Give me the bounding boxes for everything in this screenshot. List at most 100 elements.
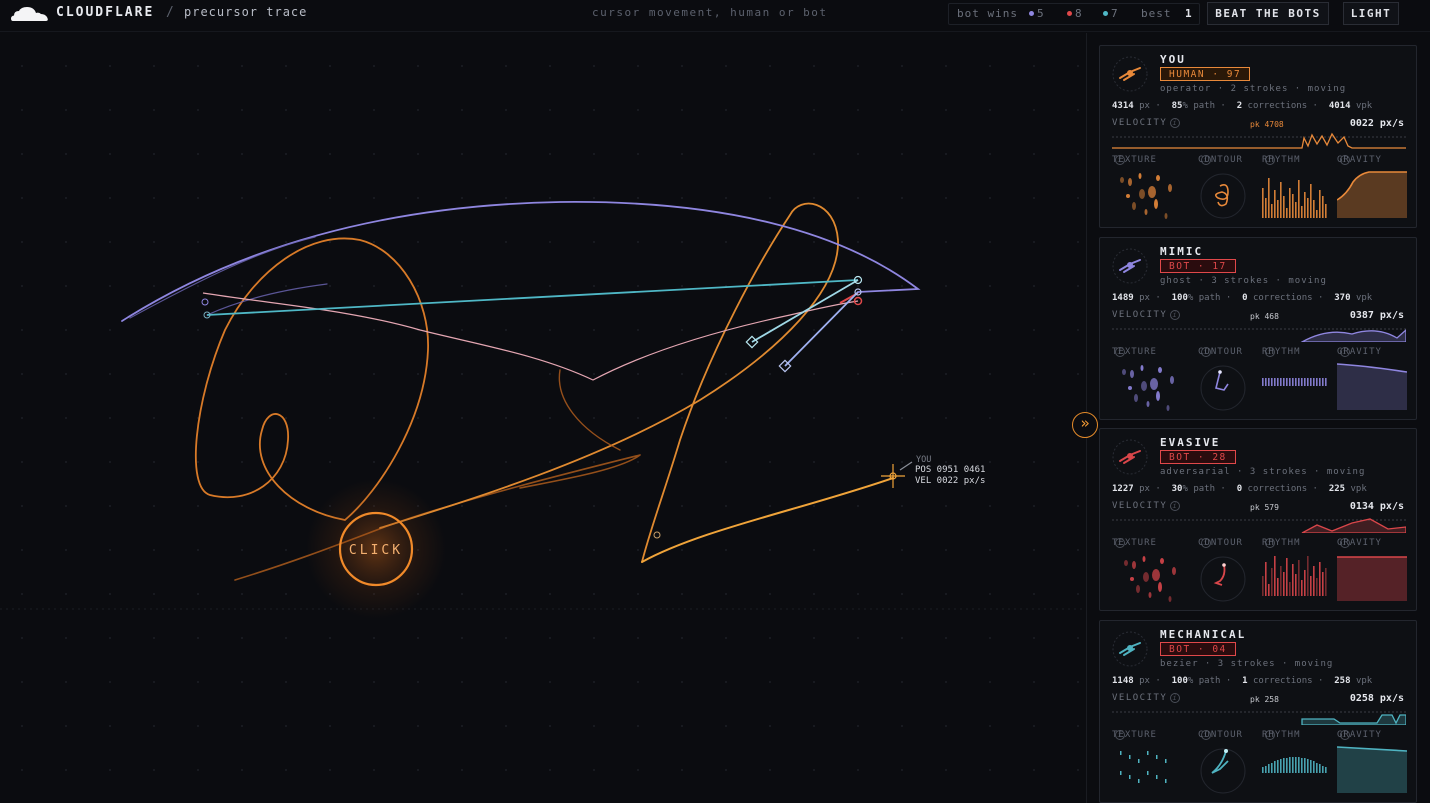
info-icon[interactable]: i — [1170, 310, 1181, 320]
card-evasive: EVASIVE BOT · 28 adversarial · 3 strokes… — [1099, 428, 1417, 611]
mechanical-dot-icon — [1103, 11, 1108, 16]
velocity-label: VELOCITY i — [1112, 118, 1181, 128]
velocity-value: 0258 px/s — [1349, 693, 1404, 704]
you-metrics: 4314 px · 85% path · 2 corrections · 401… — [1112, 101, 1373, 111]
info-icon[interactable]: i — [1170, 693, 1181, 703]
vpk-value: 258 — [1334, 676, 1351, 686]
info-icon[interactable]: i — [1170, 118, 1181, 128]
beat-the-bots-button[interactable]: BEAT THE BOTS — [1207, 2, 1329, 25]
rhythm-label: RHYTHM i — [1262, 538, 1301, 548]
path-unit: % path — [1182, 101, 1215, 111]
you-description: operator · 2 strokes · moving — [1160, 84, 1347, 94]
mimic-dot-icon — [1029, 11, 1034, 16]
texture-label: TEXTURE i — [1112, 538, 1157, 548]
velocity-sparkline — [1112, 132, 1406, 149]
gravity-label: GRAVITY i — [1337, 155, 1382, 165]
cloudflare-logo-icon — [11, 7, 48, 21]
mechanical-avatar-icon — [1112, 631, 1148, 667]
gravity-chart — [1337, 556, 1407, 601]
distance-unit: px — [1139, 101, 1150, 111]
velocity-value: 0134 px/s — [1349, 501, 1404, 512]
mimic-score-badge: BOT · 17 — [1160, 259, 1236, 273]
corrections-value: 2 — [1236, 101, 1243, 111]
contour-label: CONTOUR i — [1198, 347, 1243, 357]
rhythm-label: RHYTHM i — [1262, 730, 1301, 740]
distance-value: 1227 — [1112, 484, 1134, 494]
bot-wins-counter: bot wins 5 8 7 best 1 — [948, 3, 1200, 25]
rhythm-chart — [1262, 556, 1327, 596]
vpk-unit: vpk — [1355, 293, 1373, 303]
vpk-value: 4014 — [1328, 101, 1351, 111]
trace-canvas[interactable]: CLICK YOU POS 0951 0461 VEL 0022 px/s — [0, 33, 1087, 803]
wins-evasive: 8 — [1067, 7, 1083, 20]
distance-unit: px — [1139, 676, 1150, 686]
texture-label: TEXTURE i — [1112, 730, 1157, 740]
rhythm-label: RHYTHM i — [1262, 155, 1301, 165]
evasive-description: adversarial · 3 strokes · moving — [1160, 467, 1366, 477]
gravity-label: GRAVITY i — [1337, 538, 1382, 548]
path-unit: % path — [1182, 484, 1215, 494]
contour-label: CONTOUR i — [1198, 538, 1243, 548]
best-value: 1 — [1185, 7, 1193, 20]
evasive-dot-icon — [1067, 11, 1072, 16]
you-avatar-icon — [1112, 56, 1148, 92]
gravity-chart — [1337, 746, 1407, 793]
page-title: precursor trace — [184, 5, 308, 19]
distance-unit: px — [1139, 293, 1150, 303]
velocity-value: 0387 px/s — [1349, 310, 1404, 321]
path-unit: % path — [1187, 293, 1221, 303]
evasive-metrics: 1227 px · 30% path · 0 corrections · 225… — [1112, 484, 1367, 494]
best-label: best — [1141, 7, 1172, 20]
readout-position: POS 0951 0461 — [915, 465, 985, 475]
mechanical-name: MECHANICAL — [1160, 628, 1247, 641]
evasive-score-badge: BOT · 28 — [1160, 450, 1236, 464]
info-icon[interactable]: i — [1170, 501, 1181, 511]
mechanical-score-badge: BOT · 04 — [1160, 642, 1236, 656]
contour-chart — [1200, 748, 1246, 794]
readout-label: YOU — [916, 455, 931, 465]
path-value: 30 — [1171, 484, 1183, 494]
path-unit: % path — [1187, 676, 1221, 686]
velocity-sparkline — [1112, 711, 1406, 725]
collapse-panel-button[interactable]: » — [1072, 412, 1098, 438]
corrections-value: 0 — [1236, 484, 1243, 494]
mimic-description: ghost · 3 strokes · moving — [1160, 276, 1327, 286]
vpk-unit: vpk — [1355, 676, 1373, 686]
velocity-label: VELOCITY i — [1112, 310, 1181, 320]
brand-name: CLOUDFLARE — [56, 5, 155, 20]
corrections-unit: corrections — [1252, 676, 1313, 686]
rhythm-chart — [1262, 178, 1327, 218]
velocity-peak: pk 4708 — [1250, 120, 1284, 129]
corrections-unit: corrections — [1247, 484, 1308, 494]
breadcrumb-separator: / — [166, 5, 174, 20]
card-mimic: MIMIC BOT · 17 ghost · 3 strokes · movin… — [1099, 237, 1417, 420]
velocity-sparkline — [1112, 518, 1406, 533]
rhythm-chart — [1262, 378, 1327, 386]
gravity-label: GRAVITY i — [1337, 730, 1382, 740]
dot-grid — [0, 33, 1087, 803]
texture-label: TEXTURE i — [1112, 347, 1157, 357]
corrections-value: 0 — [1242, 293, 1248, 303]
velocity-sparkline — [1112, 328, 1406, 342]
rhythm-label: RHYTHM i — [1262, 347, 1301, 357]
velocity-peak: pk 468 — [1250, 312, 1279, 321]
gravity-chart — [1337, 363, 1407, 410]
velocity-peak: pk 258 — [1250, 695, 1279, 704]
distance-value: 4314 — [1112, 101, 1134, 111]
velocity-value: 0022 px/s — [1349, 118, 1404, 129]
evasive-avatar-icon — [1112, 439, 1148, 475]
texture-chart — [1120, 751, 1167, 783]
contour-label: CONTOUR i — [1198, 155, 1243, 165]
texture-chart — [1122, 365, 1174, 411]
contour-label: CONTOUR i — [1198, 730, 1243, 740]
theme-toggle-button[interactable]: LIGHT — [1343, 2, 1399, 25]
corrections-unit: corrections — [1252, 293, 1313, 303]
distance-value: 1148 — [1112, 676, 1134, 686]
click-target[interactable]: CLICK — [306, 479, 446, 619]
velocity-label: VELOCITY i — [1112, 501, 1181, 511]
vpk-unit: vpk — [1355, 101, 1373, 111]
mimic-metrics: 1489 px · 100% path · 0 corrections · 37… — [1112, 293, 1373, 303]
evasive-name: EVASIVE — [1160, 436, 1221, 449]
texture-chart — [1124, 556, 1176, 602]
path-value: 100 — [1171, 293, 1188, 303]
